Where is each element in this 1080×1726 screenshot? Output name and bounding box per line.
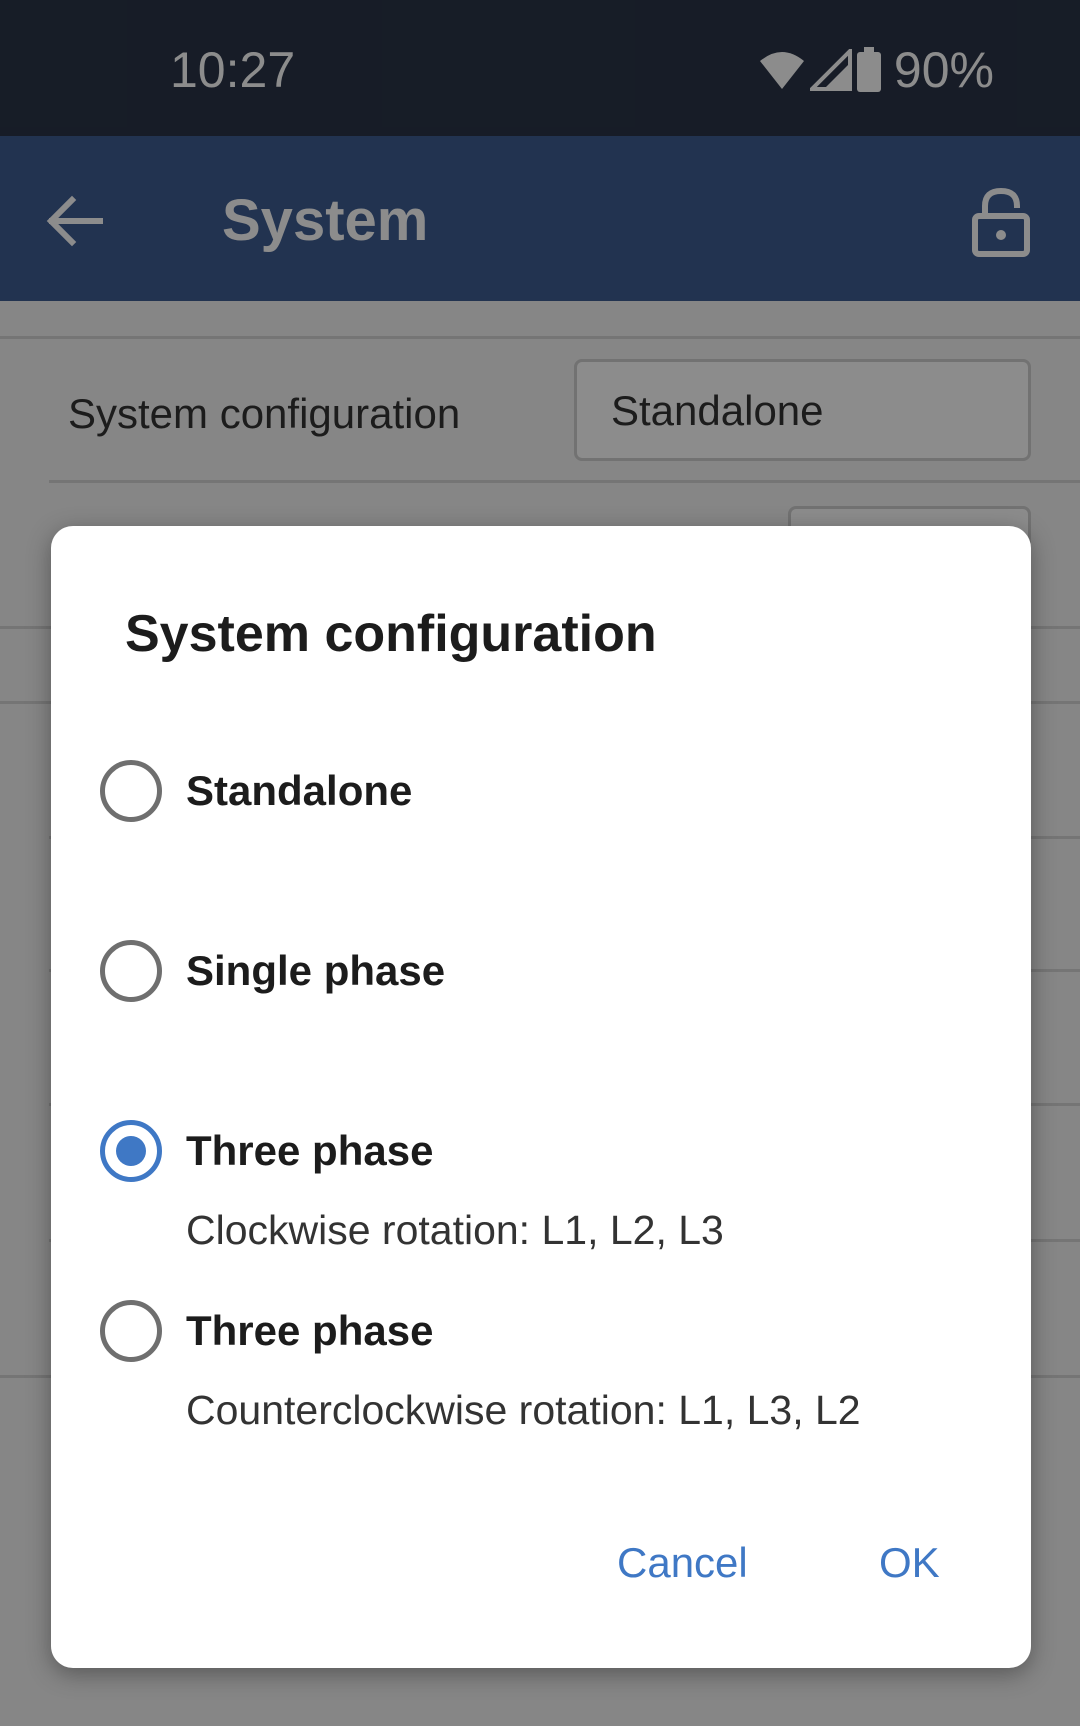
cancel-button[interactable]: Cancel (617, 1533, 748, 1593)
screen: 10:27 90% System System configuration St… (0, 0, 1080, 1726)
option-sublabel: Clockwise rotation: L1, L2, L3 (186, 1207, 724, 1253)
option-standalone[interactable]: Standalone (51, 751, 1031, 881)
ok-button[interactable]: OK (879, 1533, 940, 1593)
option-sublabel: Counterclockwise rotation: L1, L3, L2 (186, 1387, 861, 1433)
radio-button[interactable] (100, 760, 162, 822)
radio-button-selected[interactable] (100, 1120, 162, 1182)
radio-button[interactable] (100, 1300, 162, 1362)
dialog-title: System configuration (125, 605, 657, 663)
option-label: Standalone (186, 767, 413, 814)
system-configuration-dialog: System configuration Standalone Single p… (51, 526, 1031, 1668)
option-single-phase[interactable]: Single phase (51, 931, 1031, 1061)
option-three-phase-counterclockwise[interactable]: Three phase Counterclockwise rotation: L… (51, 1291, 1031, 1441)
radio-button[interactable] (100, 940, 162, 1002)
option-label: Three phase (186, 1127, 434, 1174)
option-three-phase-clockwise[interactable]: Three phase Clockwise rotation: L1, L2, … (51, 1111, 1031, 1261)
option-label: Three phase (186, 1307, 434, 1354)
option-label: Single phase (186, 947, 446, 994)
